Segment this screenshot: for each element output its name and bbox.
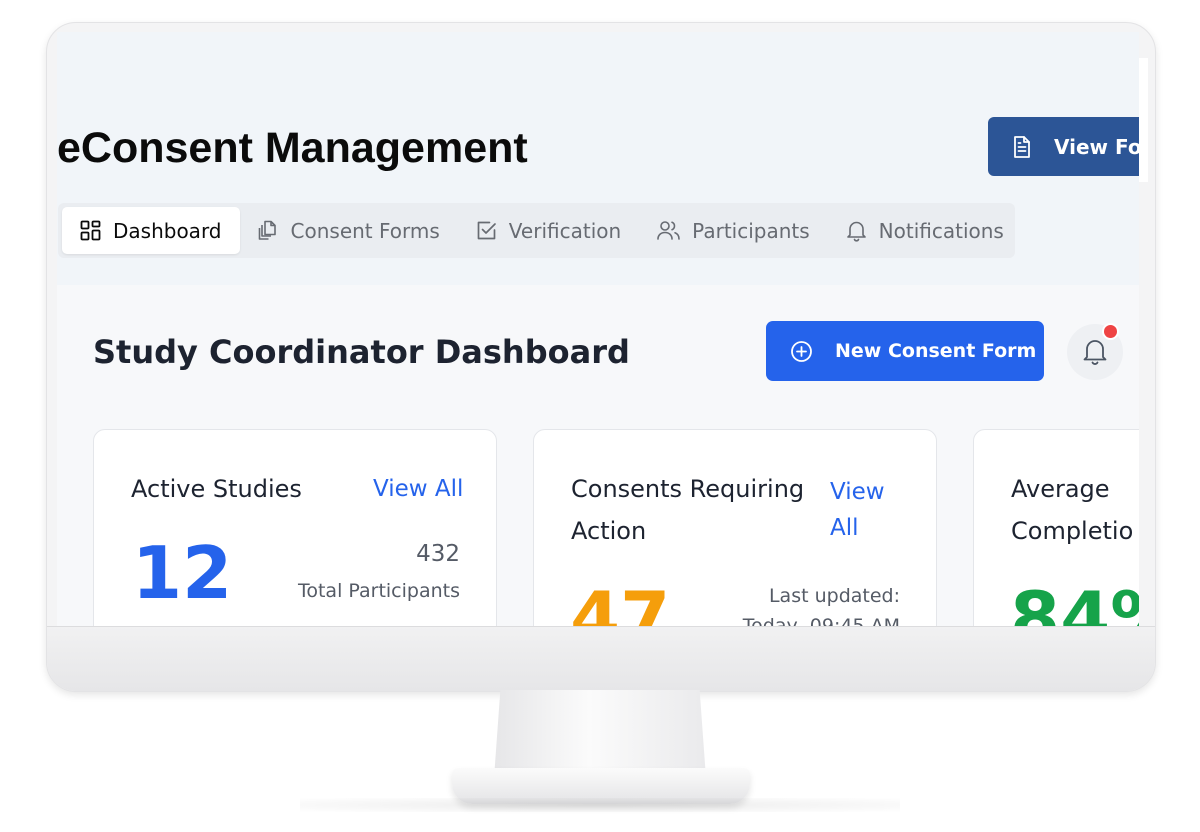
bell-icon [846, 221, 866, 242]
total-participants-count: 432 [416, 541, 460, 567]
bell-icon [1083, 340, 1107, 365]
tab-verification[interactable]: Verification [458, 207, 639, 254]
bezel-edge [1139, 58, 1148, 182]
main-tabs: Dashboard Consent Forms Verification Par… [58, 203, 1015, 258]
card-title-line: Consents Requiring [571, 475, 805, 503]
tab-consent-forms[interactable]: Consent Forms [240, 207, 458, 254]
average-completion-card: Average Completio 84% [973, 429, 1139, 626]
new-consent-form-label: New Consent Form [835, 340, 1037, 362]
monitor-chin [47, 626, 1155, 691]
dashboard-title: Study Coordinator Dashboard [93, 333, 630, 371]
active-studies-card: Active Studies View All 12 432 Total Par… [93, 429, 497, 626]
last-updated-label: Last updated: [768, 585, 900, 607]
tab-notifications[interactable]: Notifications [828, 207, 1022, 254]
new-consent-form-button[interactable]: New Consent Form [766, 321, 1044, 381]
tab-label: Dashboard [113, 218, 222, 243]
tab-label: Participants [692, 218, 810, 243]
tab-label: Consent Forms [290, 218, 440, 243]
documents-icon [258, 220, 276, 240]
tab-participants[interactable]: Participants [639, 207, 827, 254]
card-title-line: Average [1011, 475, 1110, 503]
card-title-line: Completio [1011, 517, 1134, 545]
tab-label: Verification [508, 218, 622, 243]
card-title: Consents Requiring Action [571, 468, 804, 552]
active-studies-count: 12 [132, 531, 233, 615]
view-all-link[interactable]: View All [830, 474, 885, 546]
view-all-link[interactable]: View All [373, 471, 463, 507]
view-forms-button[interactable]: View For [988, 117, 1139, 176]
check-square-icon [477, 221, 496, 240]
consents-requiring-action-card: Consents Requiring Action View All 47 La… [533, 429, 937, 626]
view-all-link-line: All [830, 515, 859, 541]
average-completion-value: 84% [1010, 576, 1139, 626]
tab-dashboard[interactable]: Dashboard [62, 207, 240, 254]
view-forms-label: View For [1054, 134, 1139, 159]
monitor-stand-neck [494, 690, 706, 778]
card-title: Average Completio [1011, 468, 1133, 552]
document-icon [1014, 135, 1030, 158]
dashboard-panel: Study Coordinator Dashboard New Consent … [57, 285, 1139, 626]
tab-label: Notifications [878, 218, 1004, 243]
total-participants-label: Total Participants [297, 580, 460, 602]
grid-icon [80, 220, 101, 241]
last-updated-value: Today, 09:45 AM [742, 615, 900, 626]
view-all-link-line: View [830, 479, 885, 505]
floor-shadow [300, 798, 900, 812]
card-title: Active Studies [131, 475, 302, 503]
consents-pending-count: 47 [570, 576, 671, 626]
app-title: eConsent Management [57, 124, 528, 172]
plus-circle-icon [791, 340, 812, 362]
screen: eConsent Management View For Dashboard C… [57, 32, 1139, 626]
card-title-line: Action [571, 517, 647, 545]
notification-badge [1102, 323, 1119, 340]
users-icon [657, 221, 680, 240]
